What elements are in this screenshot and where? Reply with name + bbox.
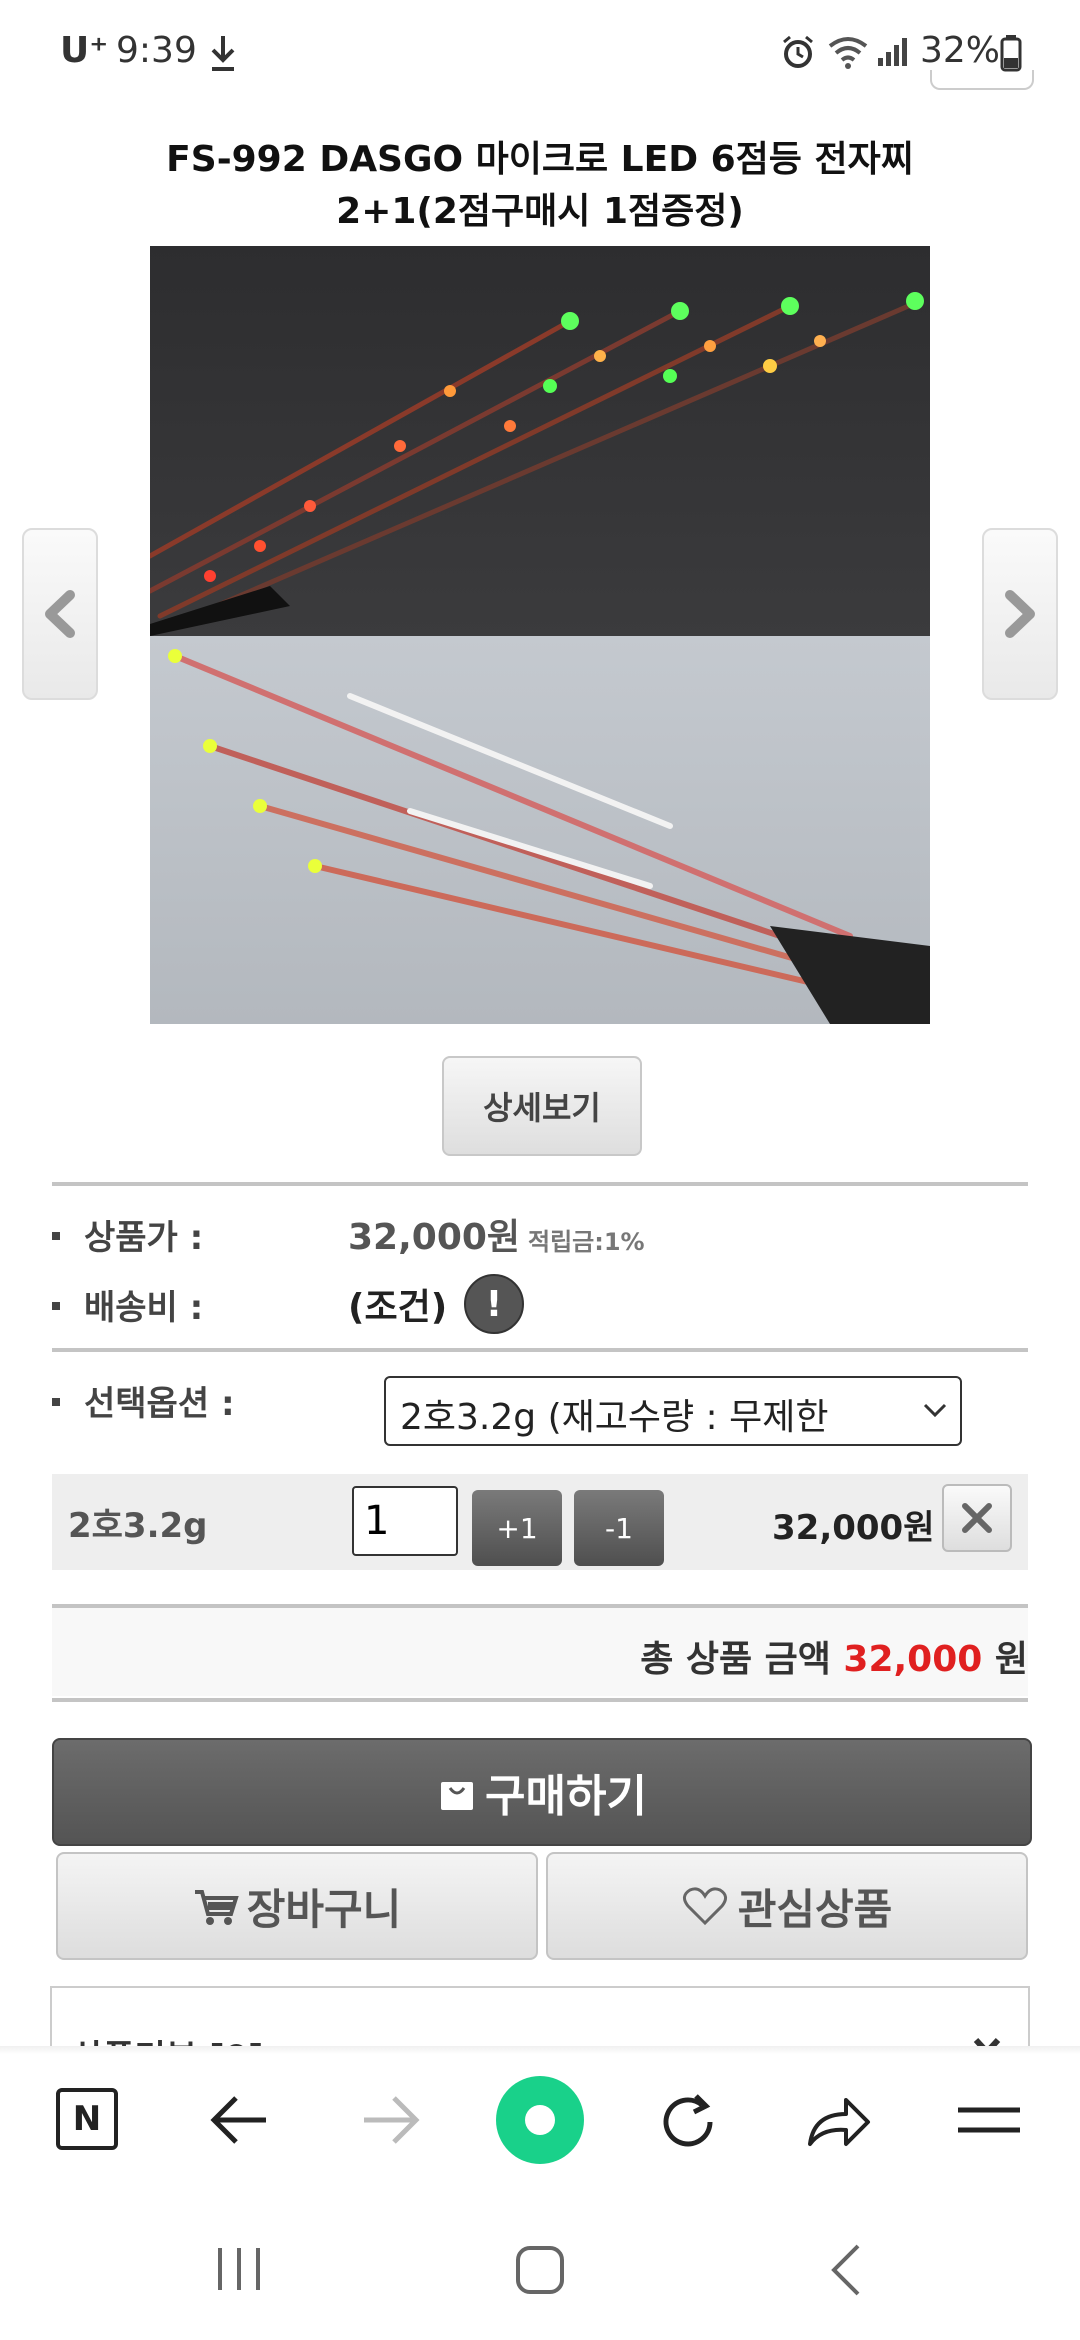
quantity-input[interactable] [352,1486,458,1556]
menu-icon[interactable] [956,2102,1022,2138]
wishlist-button-label: 관심상품 [737,1884,893,1934]
wishlist-button[interactable]: 관심상품 [546,1852,1028,1960]
product-title-line1: FS-992 DASGO 마이크로 LED 6점등 전자찌 [166,139,914,180]
divider [52,1348,1028,1352]
shipping-label: 배송비 : [84,1288,204,1328]
shopping-bag-icon [441,1782,474,1810]
bullet [52,1232,60,1240]
price-value: 32,000원 [348,1217,521,1258]
chevron-down-icon [923,1403,947,1418]
clock: 9:39 [116,30,197,71]
close-icon [962,1503,992,1533]
battery-percent: 32% [920,30,1001,71]
green-dot-icon[interactable] [496,2076,584,2164]
naver-home-icon[interactable]: N [56,2088,118,2150]
total-price-line: 총 상품 금액 32,000 원 [640,1630,1028,1682]
browser-toolbar: N [0,2046,1080,2340]
alarm-icon [783,35,813,68]
forward-arrow-icon[interactable] [360,2092,420,2148]
selected-option-price: 32,000원 [772,1508,935,1548]
download-icon [211,36,235,71]
product-title-line2: 2+1(2점구매시 1점증정) [336,191,744,232]
status-bar: U⁺ 9:39 32% [0,0,1080,100]
detail-view-button[interactable]: 상세보기 [442,1056,642,1156]
points-rate: 적립금:1% [528,1228,645,1256]
heart-icon [682,1887,727,1926]
shipping-info-icon[interactable]: ! [464,1274,524,1334]
recent-apps-icon[interactable] [214,2244,264,2294]
chevron-left-icon [45,590,75,638]
quantity-minus-button[interactable]: -1 [574,1490,664,1566]
chevron-right-icon [1005,590,1035,638]
carrier-label: U⁺ [60,30,109,71]
buy-button-label: 구매하기 [485,1771,647,1822]
shipping-value: (조건) [348,1287,448,1328]
signal-icon [878,38,907,66]
wifi-icon [828,37,868,69]
cart-icon [194,1890,239,1925]
price-label: 상품가 : [84,1218,204,1258]
total-amount: 32,000 [843,1639,983,1680]
quantity-plus-button[interactable]: +1 [472,1490,562,1566]
cart-button[interactable]: 장바구니 [56,1852,538,1960]
buy-button[interactable]: 구매하기 [52,1738,1032,1846]
top-tab-handle[interactable] [930,70,1034,90]
option-select[interactable]: 2호3.2g (재고수량 : 무제한 [384,1376,962,1446]
bullet [52,1398,60,1406]
remove-option-button[interactable] [942,1484,1012,1552]
total-label: 총 상품 금액 [640,1639,831,1680]
option-selected-text: 2호3.2g (재고수량 : 무제한 [400,1397,829,1438]
next-image-button[interactable] [982,528,1058,700]
total-price-box: 총 상품 금액 32,000 원 [52,1608,1028,1696]
prev-image-button[interactable] [22,528,98,700]
cart-button-label: 장바구니 [246,1884,402,1934]
product-image[interactable] [150,246,930,1024]
bullet [52,1302,60,1310]
toolbar-shadow [0,2046,1080,2054]
battery-icon [1000,35,1022,72]
divider [52,1698,1028,1702]
share-icon[interactable] [806,2092,872,2150]
green-dot-center [525,2105,555,2135]
divider [52,1182,1028,1186]
selected-option-name: 2호3.2g [68,1506,208,1546]
product-image-graphic [150,246,930,1024]
back-icon[interactable] [826,2242,866,2298]
refresh-icon[interactable] [656,2090,720,2154]
option-label: 선택옵션 : [84,1384,235,1424]
total-unit: 원 [994,1639,1028,1680]
home-icon[interactable] [514,2244,566,2296]
back-arrow-icon[interactable] [210,2092,270,2148]
